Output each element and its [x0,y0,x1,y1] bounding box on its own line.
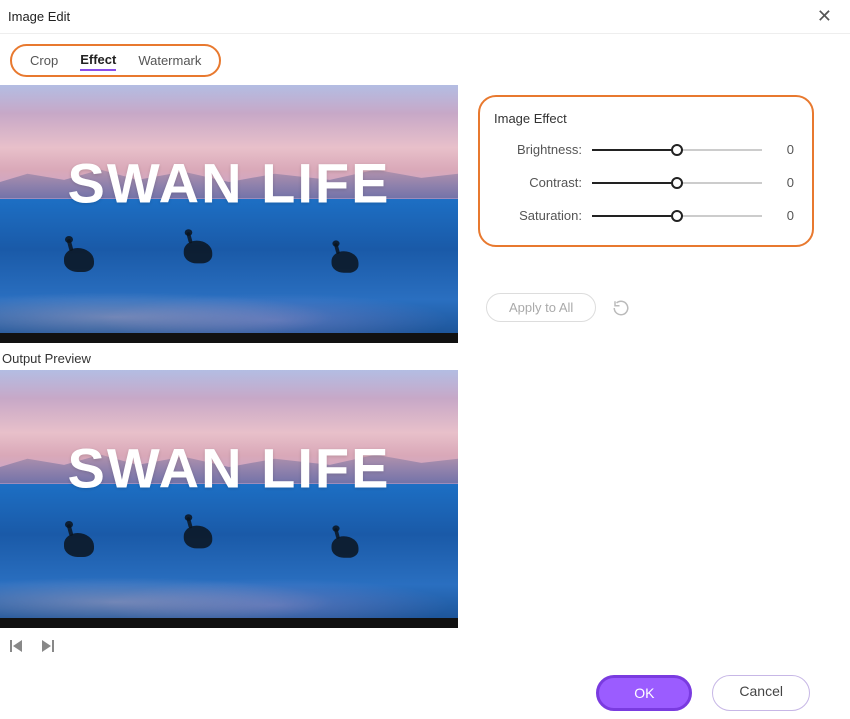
contrast-row: Contrast: 0 [494,175,794,190]
tab-crop[interactable]: Crop [30,51,58,70]
image-effect-panel: Image Effect Brightness: 0 Contrast: 0 S… [478,95,814,247]
main-content: SWAN LIFE Output Preview SWAN LIFE Image… [0,77,850,664]
preview-border [0,333,458,343]
brightness-row: Brightness: 0 [494,142,794,157]
apply-row: Apply to All [478,293,840,322]
brightness-label: Brightness: [494,142,582,157]
apply-to-all-button[interactable]: Apply to All [486,293,596,322]
preview-text: SWAN LIFE [68,151,391,216]
preview-border [0,618,458,628]
panel-title: Image Effect [494,111,794,126]
next-frame-icon[interactable] [40,638,56,654]
preview-swan [331,251,358,273]
original-preview: SWAN LIFE [0,85,458,343]
contrast-value: 0 [772,175,794,190]
window-title: Image Edit [8,9,70,24]
saturation-value: 0 [772,208,794,223]
preview-swan [331,536,358,558]
brightness-value: 0 [772,142,794,157]
contrast-slider[interactable] [592,176,762,190]
output-preview-label: Output Preview [0,343,458,370]
ok-button[interactable]: OK [596,675,692,711]
controls-column: Image Effect Brightness: 0 Contrast: 0 S… [478,85,840,664]
output-preview: SWAN LIFE [0,370,458,628]
saturation-label: Saturation: [494,208,582,223]
tabs-container: Crop Effect Watermark [0,34,850,77]
preview-swan [184,240,213,263]
prev-frame-icon[interactable] [8,638,24,654]
preview-column: SWAN LIFE Output Preview SWAN LIFE [0,85,458,664]
reset-icon[interactable] [612,299,630,317]
preview-nav [0,628,458,664]
tabs: Crop Effect Watermark [10,44,221,77]
preview-swan [184,525,213,548]
saturation-slider[interactable] [592,209,762,223]
tab-effect[interactable]: Effect [80,50,116,71]
cancel-button[interactable]: Cancel [712,675,810,711]
title-bar: Image Edit ✕ [0,0,850,34]
close-icon[interactable]: ✕ [811,6,838,27]
dialog-footer: OK Cancel [596,675,810,711]
saturation-row: Saturation: 0 [494,208,794,223]
tab-watermark[interactable]: Watermark [138,51,201,70]
preview-text: SWAN LIFE [68,436,391,501]
contrast-label: Contrast: [494,175,582,190]
preview-water [0,484,458,628]
preview-water [0,199,458,343]
brightness-slider[interactable] [592,143,762,157]
